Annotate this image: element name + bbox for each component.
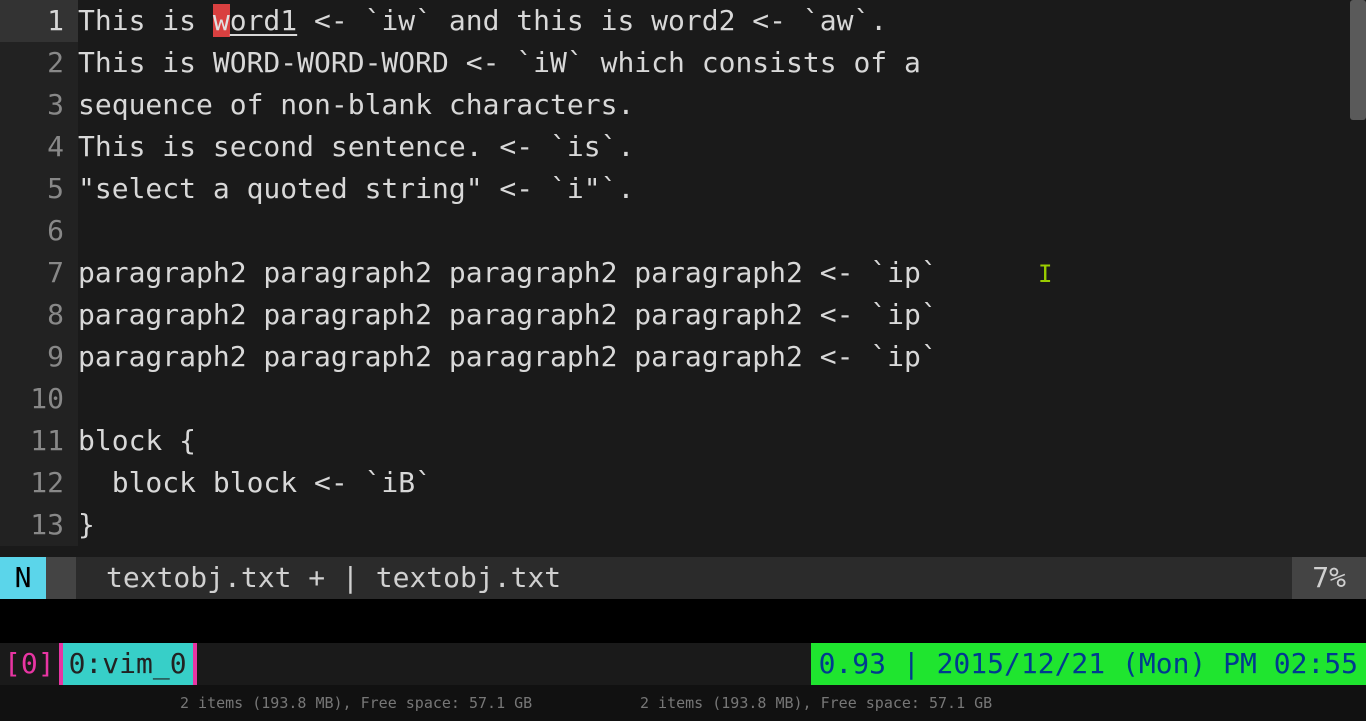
editor-line[interactable]: 11 block { bbox=[0, 420, 1366, 462]
tmux-window-tab[interactable]: 0:vim_0 bbox=[59, 643, 197, 685]
editor-line[interactable]: 4 This is second sentence. <- `is`. bbox=[0, 126, 1366, 168]
line-number: 9 bbox=[0, 336, 78, 378]
editor-line[interactable]: 2 This is WORD-WORD-WORD <- `iW` which c… bbox=[0, 42, 1366, 84]
line-text: This is word1 <- `iw` and this is word2 … bbox=[78, 0, 887, 42]
scroll-percent: 7% bbox=[1292, 557, 1366, 599]
line-text: paragraph2 paragraph2 paragraph2 paragra… bbox=[78, 294, 938, 336]
cursor: w bbox=[213, 4, 230, 37]
line-number: 8 bbox=[0, 294, 78, 336]
os-statusbar: 2 items (193.8 MB), Free space: 57.1 GB … bbox=[0, 685, 1366, 721]
line-number: 2 bbox=[0, 42, 78, 84]
line-number: 11 bbox=[0, 420, 78, 462]
scrollbar-thumb[interactable] bbox=[1350, 0, 1366, 120]
line-text: "select a quoted string" <- `i"`. bbox=[78, 168, 634, 210]
line-number: 6 bbox=[0, 210, 78, 252]
line-number: 4 bbox=[0, 126, 78, 168]
editor-line[interactable]: 8 paragraph2 paragraph2 paragraph2 parag… bbox=[0, 294, 1366, 336]
editor-line[interactable]: 3 sequence of non-blank characters. bbox=[0, 84, 1366, 126]
text-cursor-icon: I bbox=[1038, 256, 1052, 292]
editor-line[interactable]: 7 paragraph2 paragraph2 paragraph2 parag… bbox=[0, 252, 1366, 294]
line-text: paragraph2 paragraph2 paragraph2 paragra… bbox=[78, 252, 938, 294]
disk-info: 2 items (193.8 MB), Free space: 57.1 GB bbox=[460, 692, 920, 715]
line-number: 1 bbox=[0, 0, 78, 42]
line-text: This is second sentence. <- `is`. bbox=[78, 126, 634, 168]
statusline: N textobj.txt + | textobj.txt 7% bbox=[0, 557, 1366, 599]
line-number: 3 bbox=[0, 84, 78, 126]
line-text: This is WORD-WORD-WORD <- `iW` which con… bbox=[78, 42, 921, 84]
mode-indicator: N bbox=[0, 557, 46, 599]
line-number: 5 bbox=[0, 168, 78, 210]
editor-line[interactable]: 5 "select a quoted string" <- `i"`. bbox=[0, 168, 1366, 210]
editor-line[interactable]: 1 This is word1 <- `iw` and this is word… bbox=[0, 0, 1366, 42]
line-text: paragraph2 paragraph2 paragraph2 paragra… bbox=[78, 336, 938, 378]
disk-info: 2 items (193.8 MB), Free space: 57.1 GB bbox=[0, 692, 460, 715]
tmux-window-label: 0:vim_0 bbox=[63, 643, 193, 685]
editor-line[interactable]: 10 bbox=[0, 378, 1366, 420]
scrollbar[interactable] bbox=[1350, 0, 1366, 599]
tmux-clock: 0.93 | 2015/12/21 (Mon) PM 02:55 bbox=[811, 643, 1366, 685]
line-number: 10 bbox=[0, 378, 78, 420]
line-number: 7 bbox=[0, 252, 78, 294]
tmux-statusbar: [0] 0:vim_0 0.93 | 2015/12/21 (Mon) PM 0… bbox=[0, 643, 1366, 685]
line-text: sequence of non-blank characters. bbox=[78, 84, 634, 126]
editor-line[interactable]: 9 paragraph2 paragraph2 paragraph2 parag… bbox=[0, 336, 1366, 378]
search-highlight: ord1 bbox=[230, 4, 297, 37]
editor-line[interactable]: 6 bbox=[0, 210, 1366, 252]
line-text: block { bbox=[78, 420, 196, 462]
tmux-session[interactable]: [0] bbox=[0, 643, 59, 685]
